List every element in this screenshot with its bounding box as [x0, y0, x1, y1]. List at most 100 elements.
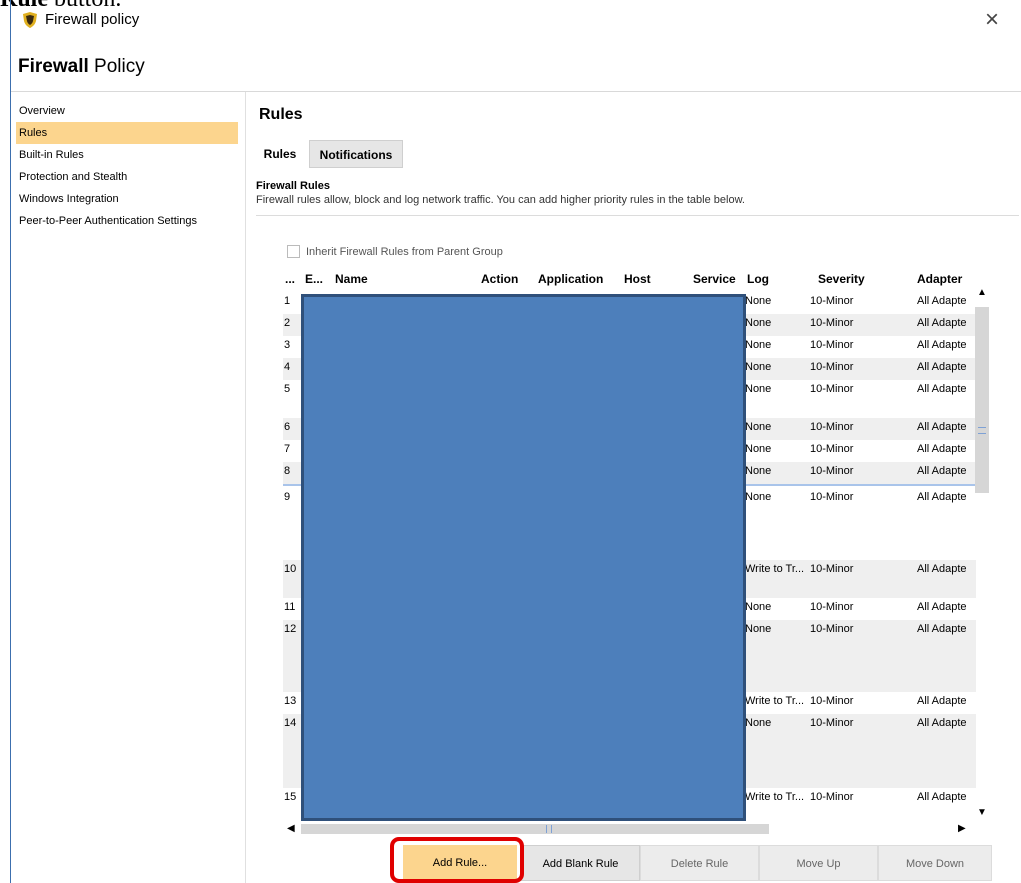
row-severity: 10-Minor [810, 791, 854, 803]
row-severity: 10-Minor [810, 717, 854, 729]
title-bar: Firewall policy × [10, 6, 1021, 34]
row-adapter: All Adapte [917, 695, 967, 707]
column-header-name[interactable]: Name [335, 272, 368, 286]
column-header-service[interactable]: Service [693, 272, 736, 286]
row-adapter: All Adapte [917, 623, 967, 635]
column-header-host[interactable]: Host [624, 272, 651, 286]
column-header-enabled[interactable]: E... [305, 272, 323, 286]
row-number: 14 [284, 717, 297, 729]
row-number: 10 [284, 563, 297, 575]
delete-rule-button[interactable]: Delete Rule [640, 845, 759, 881]
row-adapter: All Adapte [917, 421, 967, 433]
sidebar-item-windows-integration[interactable]: Windows Integration [16, 188, 238, 210]
row-adapter: All Adapte [917, 465, 967, 477]
row-log: Write to Tr... [745, 791, 805, 803]
sidebar-item-built-in-rules[interactable]: Built-in Rules [16, 144, 238, 166]
inherit-rules-checkbox[interactable] [287, 245, 300, 258]
row-adapter: All Adapte [917, 791, 967, 803]
page-title: Firewall Policy [18, 56, 145, 78]
sidebar-item-peer-to-peer-authentication[interactable]: Peer-to-Peer Authentication Settings [16, 210, 238, 232]
row-adapter: All Adapte [917, 443, 967, 455]
row-severity: 10-Minor [810, 317, 854, 329]
row-log: Write to Tr... [745, 563, 805, 575]
firewall-rules-heading: Firewall Rules [256, 180, 330, 192]
row-number: 9 [284, 491, 291, 503]
window-left-border [10, 0, 11, 883]
firewall-rules-description: Firewall rules allow, block and log netw… [256, 194, 745, 206]
row-log: None [745, 361, 772, 373]
row-severity: 10-Minor [810, 465, 854, 477]
tab-notifications[interactable]: Notifications [309, 140, 403, 168]
row-adapter: All Adapte [917, 339, 967, 351]
row-adapter: All Adapte [917, 491, 967, 503]
vertical-scrollbar[interactable]: ▲ ▼ [975, 288, 989, 820]
scroll-left-icon[interactable]: ◀ [287, 824, 295, 834]
row-number: 12 [284, 623, 297, 635]
row-log: None [745, 317, 772, 329]
redaction-box [301, 294, 746, 821]
row-log: None [745, 601, 772, 613]
add-blank-rule-button[interactable]: Add Blank Rule [521, 845, 640, 881]
row-number: 5 [284, 383, 291, 395]
row-number: 8 [284, 465, 291, 477]
sidebar: Overview Rules Built-in Rules Protection… [16, 100, 238, 232]
column-header-adapter[interactable]: Adapter [917, 272, 962, 286]
row-adapter: All Adapte [917, 717, 967, 729]
row-number: 2 [284, 317, 291, 329]
scroll-up-icon[interactable]: ▲ [977, 288, 987, 298]
row-number: 6 [284, 421, 291, 433]
column-header-number[interactable]: ... [285, 272, 295, 286]
grip-icon [546, 825, 552, 833]
row-adapter: All Adapte [917, 601, 967, 613]
row-severity: 10-Minor [810, 623, 854, 635]
row-log: None [745, 383, 772, 395]
move-up-button[interactable]: Move Up [759, 845, 878, 881]
scroll-right-icon[interactable]: ▶ [958, 824, 966, 834]
column-header-severity[interactable]: Severity [818, 272, 865, 286]
row-number: 4 [284, 361, 291, 373]
sidebar-item-rules[interactable]: Rules [16, 122, 238, 144]
row-severity: 10-Minor [810, 563, 854, 575]
sidebar-divider [245, 92, 246, 883]
inherit-rules-option[interactable]: Inherit Firewall Rules from Parent Group [287, 245, 503, 258]
sidebar-item-overview[interactable]: Overview [16, 100, 238, 122]
column-header-application[interactable]: Application [538, 272, 603, 286]
row-number: 3 [284, 339, 291, 351]
row-severity: 10-Minor [810, 601, 854, 613]
row-adapter: All Adapte [917, 361, 967, 373]
row-log: None [745, 717, 772, 729]
row-number: 7 [284, 443, 291, 455]
section-divider [256, 215, 1019, 216]
row-number: 13 [284, 695, 297, 707]
row-number: 15 [284, 791, 297, 803]
row-adapter: All Adapte [917, 295, 967, 307]
column-header-log[interactable]: Log [747, 272, 769, 286]
row-log: None [745, 421, 772, 433]
window-title: Firewall policy [45, 11, 140, 28]
row-adapter: All Adapte [917, 317, 967, 329]
row-adapter: All Adapte [917, 383, 967, 395]
add-rule-button[interactable]: Add Rule... [403, 845, 517, 881]
row-log: None [745, 443, 772, 455]
row-log: None [745, 339, 772, 351]
sidebar-item-protection-and-stealth[interactable]: Protection and Stealth [16, 166, 238, 188]
scroll-down-icon[interactable]: ▼ [977, 808, 987, 818]
row-severity: 10-Minor [810, 443, 854, 455]
horizontal-scroll-thumb[interactable] [301, 824, 769, 834]
row-severity: 10-Minor [810, 361, 854, 373]
row-severity: 10-Minor [810, 695, 854, 707]
row-severity: 10-Minor [810, 295, 854, 307]
row-log: None [745, 623, 772, 635]
row-severity: 10-Minor [810, 383, 854, 395]
shield-icon [23, 12, 37, 28]
tab-rules[interactable]: Rules [252, 140, 308, 168]
row-severity: 10-Minor [810, 339, 854, 351]
page-title-rest: Policy [88, 56, 145, 77]
close-icon[interactable]: × [985, 6, 999, 34]
horizontal-scrollbar[interactable]: ◀ ▶ [283, 822, 975, 836]
vertical-scroll-thumb[interactable] [975, 307, 989, 493]
row-log: None [745, 465, 772, 477]
row-severity: 10-Minor [810, 421, 854, 433]
move-down-button[interactable]: Move Down [878, 845, 992, 881]
column-header-action[interactable]: Action [481, 272, 518, 286]
